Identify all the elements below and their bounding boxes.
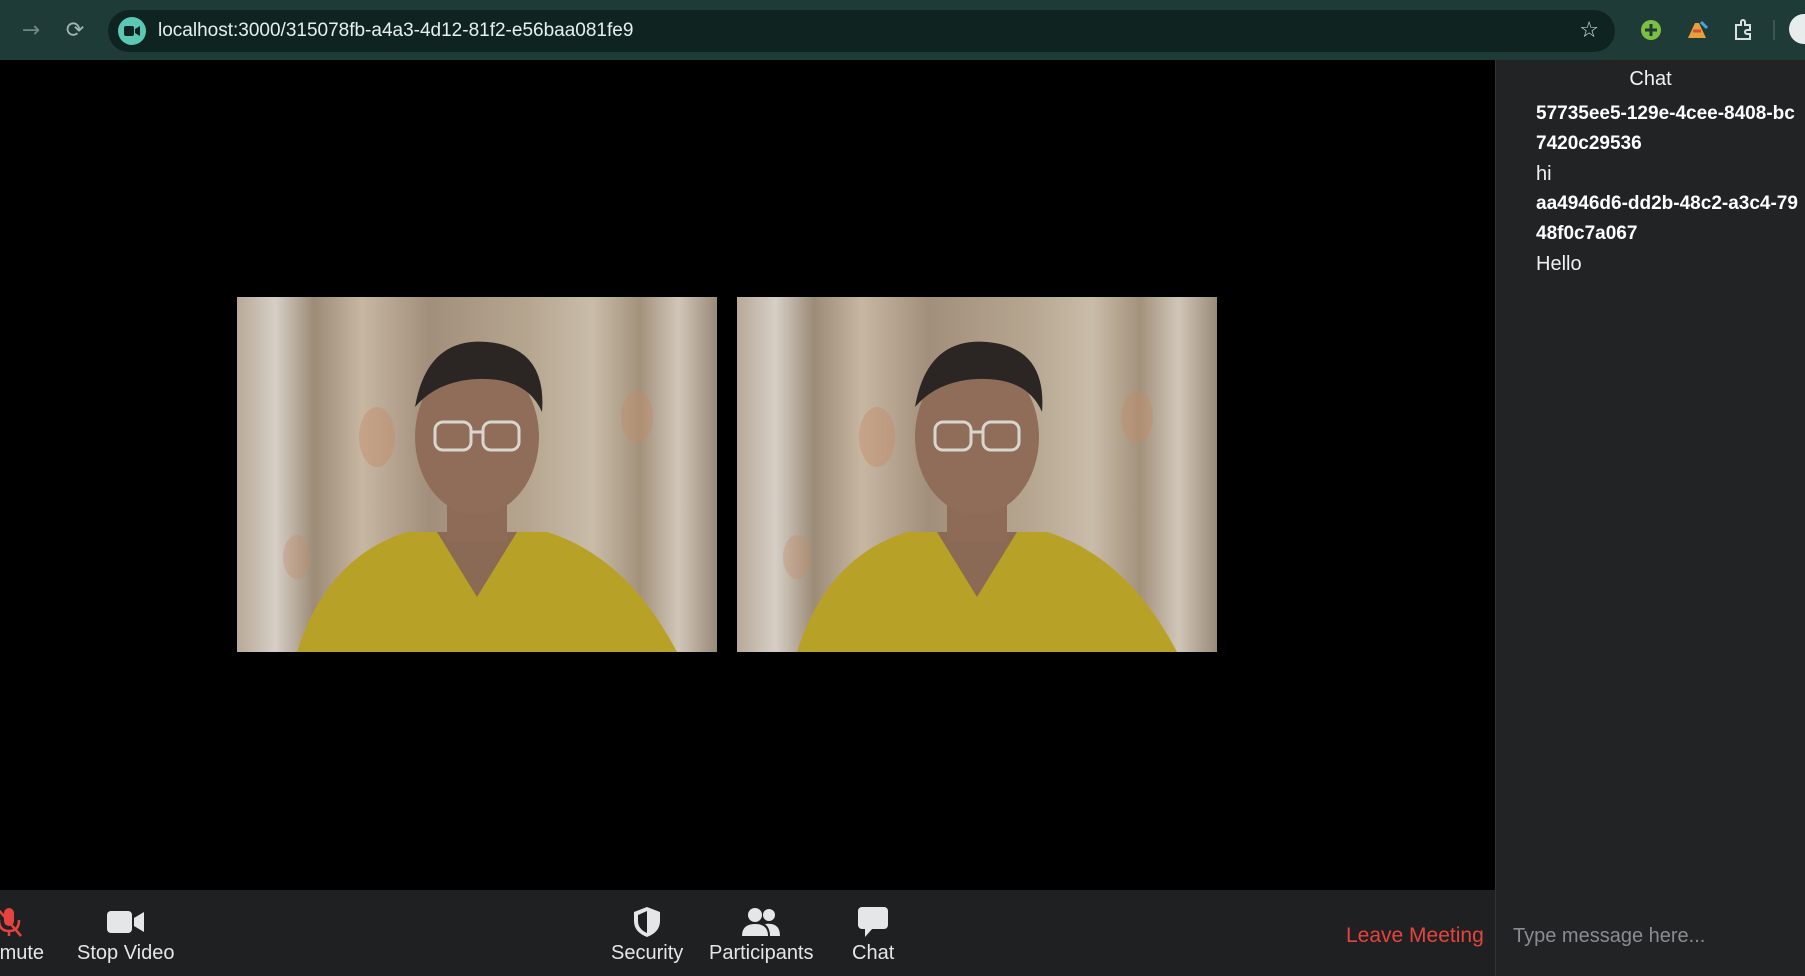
extensions-puzzle-icon[interactable] — [1729, 16, 1757, 44]
chat-messages: 57735ee5-129e-4cee-8408-bc7420c29536 hi … — [1496, 99, 1805, 279]
participants-button[interactable]: Participants — [709, 904, 814, 965]
video-stage — [0, 60, 1495, 890]
chat-title: Chat — [1629, 68, 1672, 90]
chat-label: Chat — [852, 942, 895, 964]
message-sender: aa4946d6-dd2b-48c2-a3c4-7948f0c7a067 — [1536, 193, 1798, 244]
video-frame-1 — [237, 297, 717, 652]
stop-video-label: Stop Video — [77, 942, 175, 964]
participant-video-1 — [237, 297, 717, 652]
url-text[interactable]: localhost:3000/315078fb-a4a3-4d12-81f2-e… — [158, 20, 633, 42]
video-camera-icon — [118, 17, 146, 45]
message-text: Hello — [1536, 253, 1582, 275]
participant-video-2 — [737, 297, 1217, 652]
video-frame-2 — [737, 297, 1217, 652]
video-camera-icon — [106, 904, 145, 940]
leave-meeting-button[interactable]: Leave Meeting — [1346, 924, 1484, 948]
chat-bubble-icon — [857, 904, 889, 940]
people-icon — [741, 904, 781, 940]
reload-icon[interactable]: ⟳ — [53, 8, 97, 52]
message-text: hi — [1536, 163, 1552, 185]
address-bar[interactable]: localhost:3000/315078fb-a4a3-4d12-81f2-e… — [108, 10, 1615, 52]
security-button[interactable]: Security — [611, 904, 683, 965]
participants-label: Participants — [709, 942, 814, 964]
security-label: Security — [611, 942, 684, 964]
chat-panel: Chat 57735ee5-129e-4cee-8408-bc7420c2953… — [1495, 60, 1805, 976]
chat-message-input[interactable] — [1496, 908, 1805, 964]
forward-icon[interactable]: → — [9, 8, 53, 52]
extension-plus-icon[interactable] — [1637, 16, 1665, 44]
browser-toolbar: → ⟳ localhost:3000/315078fb-a4a3-4d12-81… — [0, 0, 1805, 60]
toolbar-divider — [1773, 20, 1775, 40]
message-sender: 57735ee5-129e-4cee-8408-bc7420c29536 — [1536, 103, 1795, 154]
mute-label: Unmute — [0, 942, 45, 964]
chat-button[interactable]: Chat — [852, 904, 894, 965]
bookmark-star-icon[interactable]: ☆ — [1579, 18, 1599, 43]
microphone-muted-icon — [0, 904, 24, 940]
mute-button[interactable]: Unmute — [0, 904, 44, 965]
stop-video-button[interactable]: Stop Video — [77, 904, 175, 965]
extension-color-icon[interactable] — [1683, 16, 1711, 44]
shield-icon — [633, 904, 661, 940]
profile-avatar[interactable] — [1789, 14, 1805, 44]
meeting-controls-bar: Unmute Stop Video Security — [0, 890, 1495, 976]
